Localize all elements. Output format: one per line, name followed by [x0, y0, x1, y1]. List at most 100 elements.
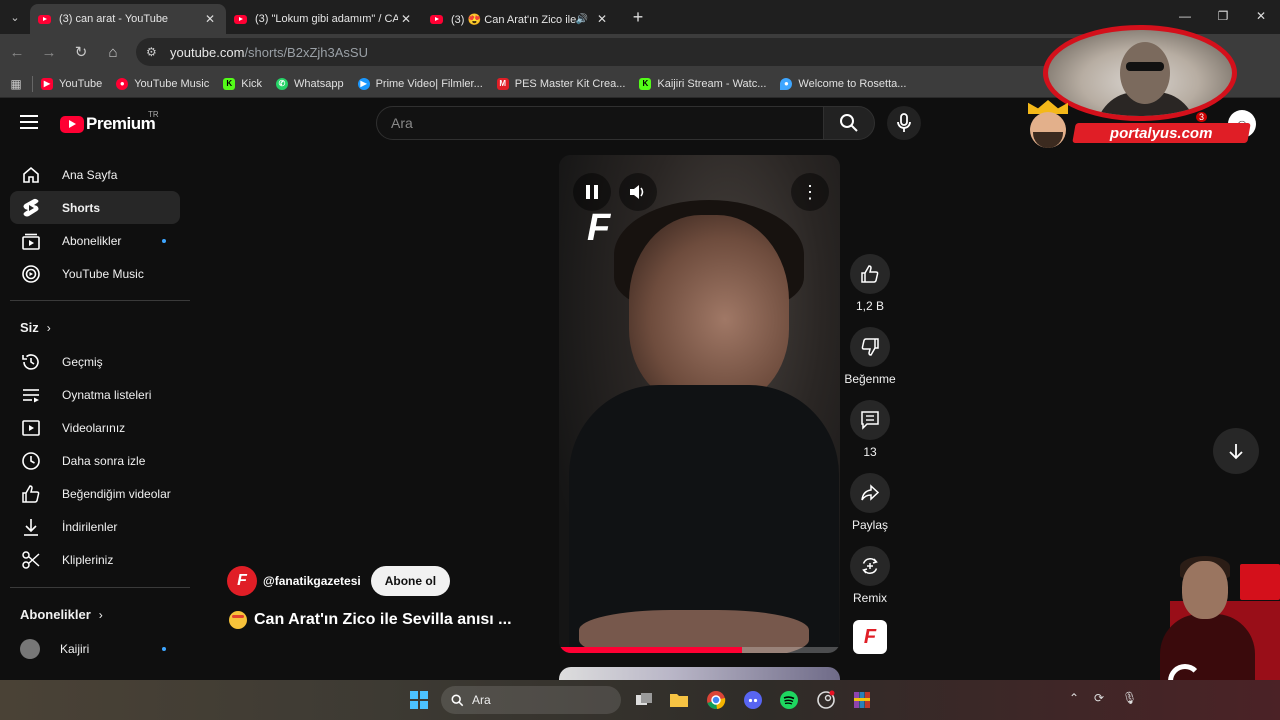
fanatik-watermark-logo: F	[587, 207, 611, 249]
like-count: 1,2 B	[855, 299, 885, 313]
whatsapp-icon: ✆	[276, 77, 289, 90]
file-explorer-icon[interactable]	[667, 688, 691, 712]
sidebar-item-history[interactable]: Geçmiş	[10, 345, 180, 378]
comments-button[interactable]	[850, 400, 890, 440]
sidebar-subscription-kaijiri[interactable]: Kaijiri	[10, 632, 180, 665]
address-bar[interactable]: ⚙ youtube.com/shorts/B2xZjh3AsSU	[136, 38, 1196, 66]
share-action[interactable]: Paylaş	[850, 473, 890, 532]
search-icon	[451, 694, 464, 706]
notification-badge[interactable]: 3	[1196, 112, 1208, 122]
sync-icon[interactable]: ⟳	[1094, 691, 1104, 705]
close-tab-icon[interactable]: ✕	[398, 12, 414, 26]
apps-grid-icon[interactable]: ▦	[0, 77, 32, 91]
dislike-button[interactable]	[850, 327, 890, 367]
subscribe-button[interactable]: Abone ol	[370, 566, 451, 596]
browser-tab[interactable]: (3) "Lokum gibi adamım" / CAN ✕	[226, 4, 422, 34]
sidebar-item-liked-videos[interactable]: Beğendiğim videolar	[10, 477, 180, 510]
youtube-premium-logo[interactable]: Premium TR	[60, 110, 159, 134]
channel-handle[interactable]: @fanatikgazetesi	[263, 574, 361, 588]
windows-start-icon[interactable]	[407, 688, 431, 712]
bookmark-pes-master[interactable]: M PES Master Kit Crea...	[496, 77, 625, 90]
steam-icon[interactable]	[814, 688, 838, 712]
taskbar-search[interactable]: Ara	[441, 686, 621, 714]
sidebar-item-playlists[interactable]: Oynatma listeleri	[10, 378, 180, 411]
comments-action[interactable]: 13	[850, 400, 890, 459]
kick-icon: K	[223, 77, 236, 90]
home-button-icon[interactable]: ⌂	[98, 37, 128, 67]
sidebar-you-heading[interactable]: Siz ›	[20, 320, 51, 335]
close-tab-icon[interactable]: ✕	[594, 12, 610, 26]
youtube-music-icon: ●	[116, 77, 129, 90]
bookmark-kaijiri-stream[interactable]: K Kaijiri Stream - Watc...	[639, 77, 766, 90]
spotify-icon[interactable]	[777, 688, 801, 712]
show-hidden-icons-icon[interactable]: ⌃	[1069, 691, 1079, 705]
audio-playing-icon[interactable]: 🔊	[576, 14, 588, 25]
like-button[interactable]	[850, 254, 890, 294]
shorts-video-player[interactable]: F ⋮	[559, 155, 840, 653]
channel-avatar[interactable]: F	[227, 566, 257, 596]
back-icon[interactable]: ←	[2, 37, 32, 67]
browser-tab[interactable]: (3) 😍 Can Arat'ın Zico ile S 🔊 ✕	[422, 4, 618, 34]
tab-search-chevron-icon[interactable]: ⌄	[0, 2, 30, 32]
sidebar-item-downloads[interactable]: İndirilenler	[10, 510, 180, 543]
bookmark-prime-video[interactable]: ▶ Prime Video| Filmler...	[357, 77, 483, 90]
channel-sound-logo[interactable]: F	[853, 620, 887, 654]
winrar-icon[interactable]	[850, 688, 874, 712]
next-short-button[interactable]	[1213, 428, 1259, 474]
close-window-icon[interactable]: ✕	[1242, 0, 1280, 32]
pause-button[interactable]	[573, 173, 611, 211]
bookmark-rosetta[interactable]: ● Welcome to Rosetta...	[780, 77, 906, 90]
search-button[interactable]	[823, 106, 875, 140]
volume-icon	[630, 185, 644, 199]
tab-title: (3) can arat - YouTube	[59, 13, 169, 25]
dislike-action[interactable]: Beğenme	[844, 327, 896, 386]
download-icon	[20, 516, 42, 538]
close-tab-icon[interactable]: ✕	[202, 12, 218, 26]
video-subject-face	[629, 215, 789, 405]
sidebar-item-your-videos[interactable]: Videolarınız	[10, 411, 180, 444]
rosetta-icon: ●	[780, 77, 793, 90]
chevron-right-icon: ›	[98, 607, 103, 622]
sidebar-item-label: Beğendiğim videolar	[62, 486, 171, 501]
bookmark-whatsapp[interactable]: ✆ Whatsapp	[276, 77, 344, 90]
share-button[interactable]	[850, 473, 890, 513]
remix-button[interactable]	[850, 546, 890, 586]
sidebar-item-youtube-music[interactable]: YouTube Music	[10, 257, 180, 290]
short-title-text: Can Arat'ın Zico ile Sevilla anısı ...	[254, 611, 512, 628]
task-view-icon[interactable]	[632, 688, 656, 712]
bookmark-kick[interactable]: K Kick	[223, 77, 262, 90]
home-icon	[20, 164, 42, 186]
bookmark-youtube-music[interactable]: ● YouTube Music	[116, 77, 210, 90]
restore-icon[interactable]: ❐	[1204, 0, 1242, 32]
forward-icon[interactable]: →	[34, 37, 64, 67]
sidebar-item-watch-later[interactable]: Daha sonra izle	[10, 444, 180, 477]
microphone-tray-icon[interactable]: 🎙	[1122, 691, 1137, 705]
sidebar-item-clips[interactable]: Klipleriniz	[10, 543, 180, 576]
sidebar-item-home[interactable]: Ana Sayfa	[10, 158, 180, 191]
more-options-button[interactable]: ⋮	[791, 173, 829, 211]
remix-icon	[862, 558, 878, 574]
sidebar-item-subscriptions[interactable]: Abonelikler	[10, 224, 180, 257]
remix-action[interactable]: Remix	[850, 546, 890, 605]
volume-button[interactable]	[619, 173, 657, 211]
sidebar-item-label: Ana Sayfa	[62, 167, 118, 182]
discord-icon[interactable]	[741, 688, 765, 712]
browser-tab[interactable]: (3) can arat - YouTube ✕	[30, 4, 226, 34]
taskbar-search-label: Ara	[472, 693, 491, 707]
short-title[interactable]: Can Arat'ın Zico ile Sevilla anısı ...	[229, 611, 512, 629]
menu-icon[interactable]	[20, 115, 38, 129]
portalyus-banner: portalyus.com	[1072, 123, 1251, 143]
like-action[interactable]: 1,2 B	[850, 254, 890, 313]
country-code: TR	[148, 110, 159, 119]
reload-icon[interactable]: ↻	[66, 37, 96, 67]
site-info-icon[interactable]: ⚙	[146, 45, 164, 59]
sidebar-subscriptions-heading[interactable]: Abonelikler ›	[20, 607, 103, 622]
search-input[interactable]	[391, 115, 791, 131]
new-tab-button[interactable]: +	[624, 3, 652, 31]
voice-search-button[interactable]	[887, 106, 921, 140]
sidebar-item-shorts[interactable]: Shorts	[10, 191, 180, 224]
thumbs-down-icon	[861, 338, 879, 356]
chrome-icon[interactable]	[704, 688, 728, 712]
bookmark-label: YouTube Music	[134, 77, 210, 90]
bookmark-youtube[interactable]: ▶ YouTube	[41, 77, 102, 90]
